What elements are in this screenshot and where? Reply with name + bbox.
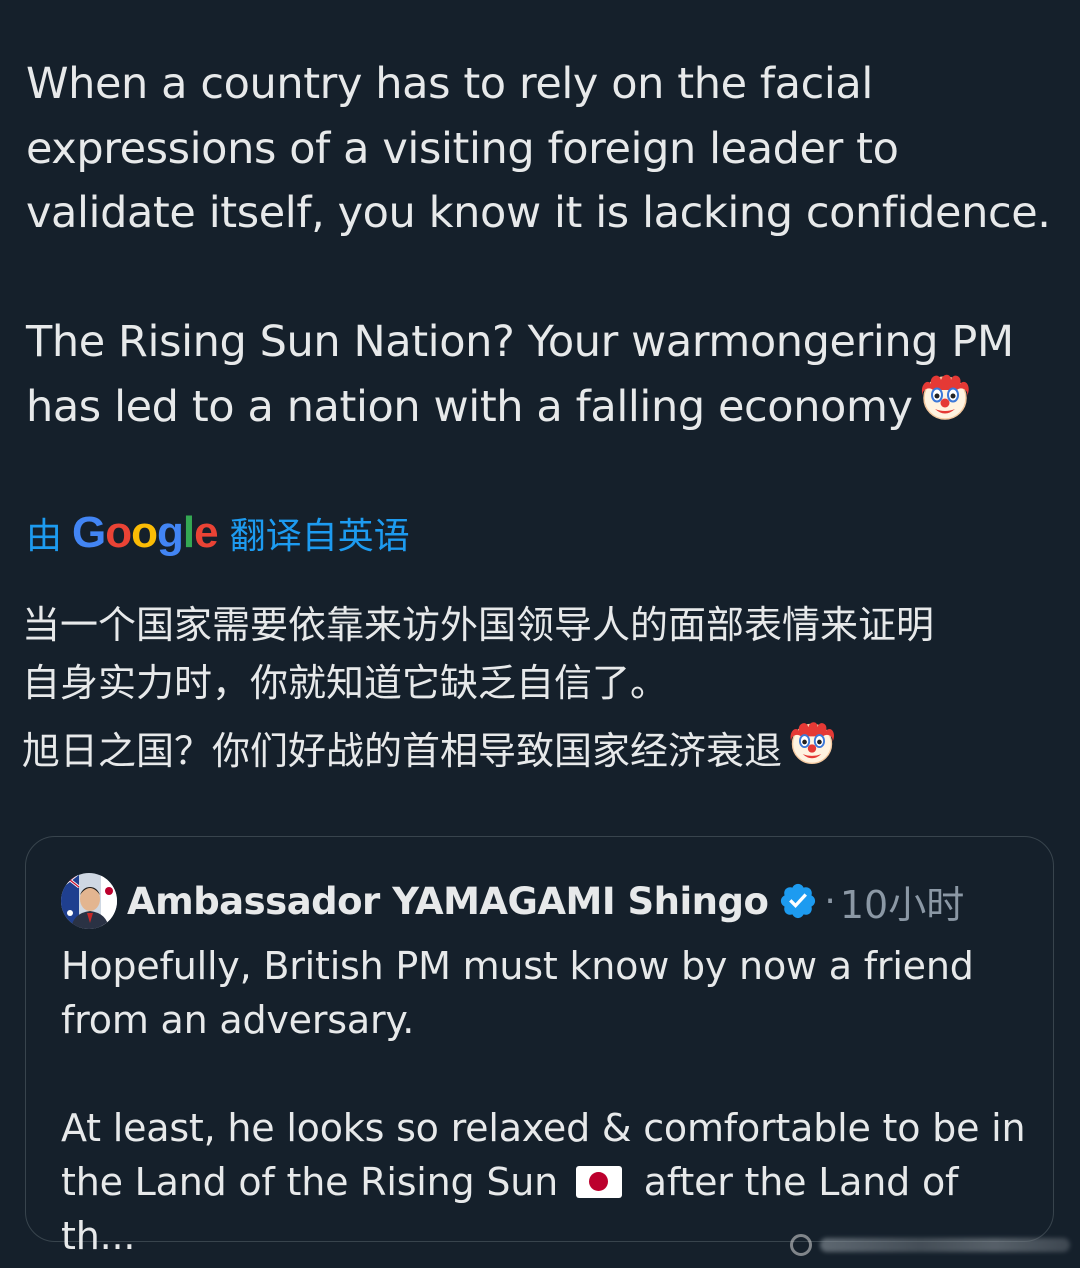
watermark-blur bbox=[820, 1238, 1070, 1252]
quoted-text-paragraph-1: Hopefully, British PM must know by now a… bbox=[61, 944, 974, 1042]
separator-dot: · bbox=[824, 880, 836, 922]
verified-badge-icon bbox=[781, 883, 816, 919]
google-logo: Google bbox=[72, 508, 219, 557]
post-text: When a country has to rely on the facial… bbox=[26, 52, 1066, 442]
quoted-author-name[interactable]: Ambassador YAMAGAMI Shingo bbox=[127, 880, 769, 923]
translation-prefix: 由 bbox=[26, 516, 63, 557]
quoted-post-header: Ambassador YAMAGAMI Shingo · 10小时 bbox=[61, 871, 964, 931]
japan-flag-icon bbox=[575, 1165, 622, 1198]
clown-face-icon bbox=[917, 368, 973, 443]
clown-face-icon bbox=[786, 716, 838, 784]
quoted-timestamp[interactable]: 10小时 bbox=[840, 874, 964, 929]
avatar[interactable] bbox=[61, 873, 117, 929]
translation-attribution[interactable]: 由 Google 翻译自英语 bbox=[26, 505, 410, 561]
translated-paragraph-2: 旭日之国？你们好战的首相导致国家经济衰退 bbox=[22, 721, 1062, 784]
translated-paragraph-1: 当一个国家需要依靠来访外国领导人的面部表情来证明 自身实力时，你就知道它缺乏自信… bbox=[22, 603, 935, 705]
watermark-logo-icon bbox=[790, 1234, 812, 1256]
watermark bbox=[790, 1232, 1070, 1258]
quoted-post-card[interactable]: Ambassador YAMAGAMI Shingo · 10小时 Hopefu… bbox=[25, 836, 1054, 1258]
translation-suffix: 翻译自英语 bbox=[229, 516, 410, 557]
post-text-body: When a country has to rely on the facial… bbox=[26, 59, 1051, 432]
translated-paragraph-2-text: 旭日之国？你们好战的首相导致国家经济衰退 bbox=[22, 729, 783, 773]
